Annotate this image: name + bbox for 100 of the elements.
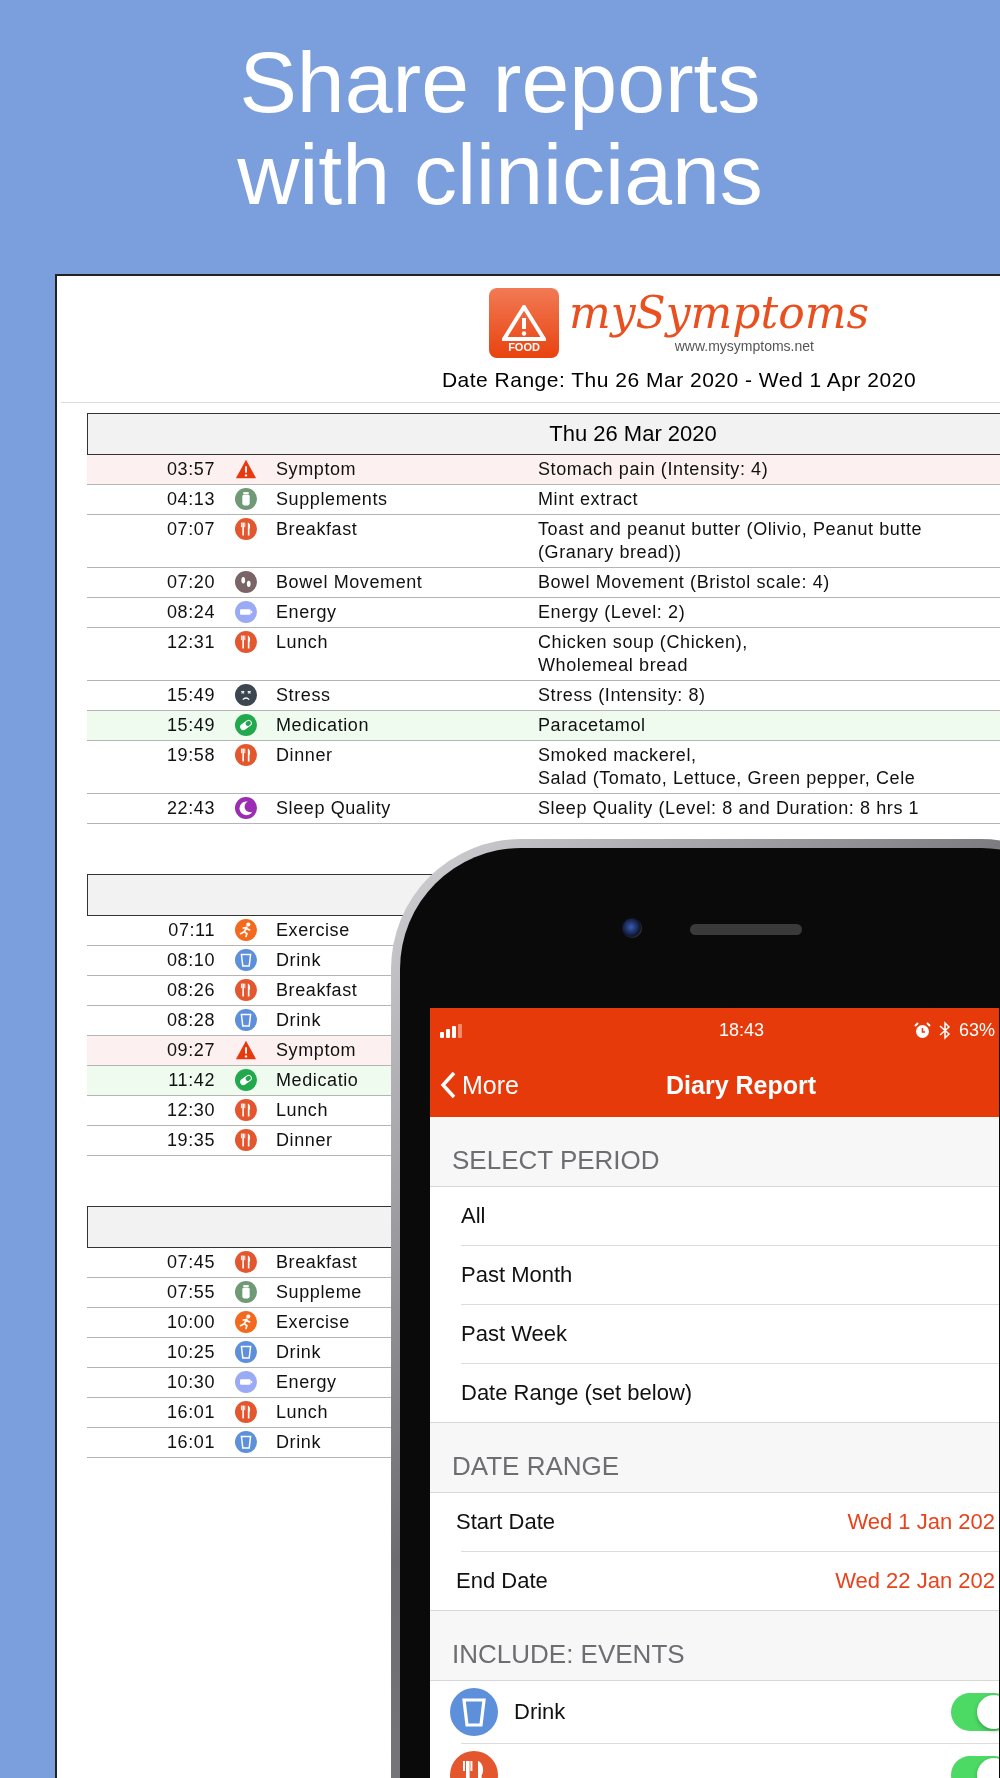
time-cell-text: 15:49 [165, 684, 215, 707]
detail-cell-text: Toast and peanut butter (Olivio, Peanut butte (Granary bread)) [538, 518, 924, 564]
category-cell: Exercise [276, 1311, 350, 1334]
logo-name: mySymptoms [569, 288, 869, 338]
category-cell: Exercise [276, 919, 350, 942]
back-button[interactable]: More [440, 1070, 519, 1100]
time-cell-text: 12:30 [165, 1099, 215, 1122]
time-cell-text: 07:45 [165, 1251, 215, 1274]
category-cell: Stress [276, 684, 331, 707]
fork-knife-icon [235, 744, 257, 766]
time-cell-text: 04:13 [165, 488, 215, 511]
fork-knife-icon [235, 1251, 257, 1273]
time-cell-text: 10:30 [165, 1371, 215, 1394]
category-cell: Dinner [276, 744, 333, 767]
pill-icon [235, 1069, 257, 1091]
bottle-icon [235, 488, 257, 510]
fork-knife-icon [235, 518, 257, 540]
detail-cell-text: Stress (Intensity: 8) [538, 684, 707, 707]
category-cell: Medicatio [276, 1069, 359, 1092]
pill-icon [235, 714, 257, 736]
fork-knife-icon [235, 1099, 257, 1121]
battery-icon [235, 601, 257, 623]
date-range: Date Range: Thu 26 Mar 2020 - Wed 1 Apr 2020 [441, 368, 917, 392]
alarm-clock-icon [913, 1022, 931, 1039]
detail-cell-text: Bowel Movement (Bristol scale: 4) [538, 571, 831, 594]
category-cell: Supplements [276, 488, 388, 511]
battery-percent: 63% [958, 1020, 995, 1041]
warning-icon [235, 1039, 257, 1061]
event-row[interactable]: Drink [430, 1681, 999, 1744]
time-cell-text: 09:27 [165, 1039, 215, 1062]
detail-cell-text: Chicken soup (Chicken), Wholemeal bread [538, 631, 749, 677]
battery-icon [235, 1371, 257, 1393]
frown-face-icon [235, 684, 257, 706]
headline: Share reports with clinicians [236, 33, 764, 224]
category-cell: Energy [276, 1371, 337, 1394]
warning-icon [235, 458, 257, 480]
list-item[interactable]: Start Date Wed 1 Jan 202 [430, 1493, 999, 1552]
time-cell-text: 12:31 [165, 631, 215, 654]
runner-icon [235, 1311, 257, 1333]
logo-badge: FOOD [489, 288, 559, 358]
category-cell: Lunch [276, 1401, 329, 1424]
time-cell-text: 11:42 [167, 1069, 215, 1092]
screen-title: Diary Report [666, 1070, 817, 1100]
fork-knife-icon [235, 1129, 257, 1151]
list-item[interactable]: End Date Wed 22 Jan 202 [430, 1552, 999, 1611]
time-cell-text: 16:01 [165, 1401, 215, 1424]
detail-cell-text: Smoked mackerel, Salad (Tomato, Lettuce, Green pepper, Cele [538, 744, 917, 790]
list-item[interactable]: All [430, 1187, 999, 1246]
category-cell: Lunch [276, 1099, 329, 1122]
status-time: 18:43 [719, 1020, 765, 1041]
list-item[interactable]: Date Range (set below) [430, 1364, 999, 1423]
category-cell: Symptom [276, 458, 357, 481]
category-cell: Dinner [276, 1129, 333, 1152]
list-item[interactable]: Past Month [430, 1246, 999, 1305]
detail-cell-text: Sleep Quality (Level: 8 and Duration: 8 hrs 1 [538, 797, 921, 820]
runner-icon [235, 919, 257, 941]
detail-cell-text: Mint extract [538, 488, 640, 511]
time-cell-text: 10:00 [165, 1311, 215, 1334]
cup-icon [235, 1341, 257, 1363]
time-cell-text: 07:11 [167, 919, 215, 942]
time-cell-text: 07:55 [165, 1281, 215, 1304]
detail-cell-text: Energy (Level: 2) [538, 601, 687, 624]
cup-icon [235, 1009, 257, 1031]
cup-icon [235, 1431, 257, 1453]
category-cell: Bowel Movement [276, 571, 423, 594]
time-cell-text: 07:20 [165, 571, 215, 594]
category-cell: Medication [276, 714, 370, 737]
category-cell: Suppleme [276, 1281, 362, 1304]
cup-icon [235, 949, 257, 971]
list-item[interactable]: Past Week [430, 1305, 999, 1364]
category-cell: Energy [276, 601, 337, 624]
time-cell-text: 19:35 [165, 1129, 215, 1152]
time-cell-text: 08:28 [165, 1009, 215, 1032]
category-cell: Drink [276, 1431, 321, 1454]
time-cell-text: 07:07 [165, 518, 215, 541]
time-cell-text: 08:26 [165, 979, 215, 1002]
category-cell: Breakfast [276, 1251, 358, 1274]
time-cell-text: 15:49 [165, 714, 215, 737]
toggle-switch[interactable] [951, 1693, 999, 1731]
category-cell: Drink [276, 949, 321, 972]
category-cell: Sleep Quality [276, 797, 391, 820]
time-cell-text: 10:25 [165, 1341, 215, 1364]
category-cell: Breakfast [276, 518, 358, 541]
fork-knife-icon [235, 979, 257, 1001]
moon-icon [235, 797, 257, 819]
time-cell-text: 22:43 [165, 797, 215, 820]
fork-knife-icon [235, 1401, 257, 1423]
bluetooth-icon [938, 1021, 951, 1040]
time-cell-text: 08:24 [165, 601, 215, 624]
fork-knife-icon [235, 631, 257, 653]
warning-icon [502, 305, 546, 341]
camera-icon [622, 918, 642, 938]
logo-url: www.mysymptoms.net [674, 338, 814, 354]
time-cell-text: 19:58 [165, 744, 215, 767]
category-cell: Drink [276, 1341, 321, 1364]
date-value: Wed 22 Jan 202 [835, 1568, 996, 1594]
category-cell: Symptom [276, 1039, 357, 1062]
chevron-left-icon [440, 1071, 456, 1099]
pebbles-icon [235, 571, 257, 593]
category-cell: Drink [276, 1009, 321, 1032]
